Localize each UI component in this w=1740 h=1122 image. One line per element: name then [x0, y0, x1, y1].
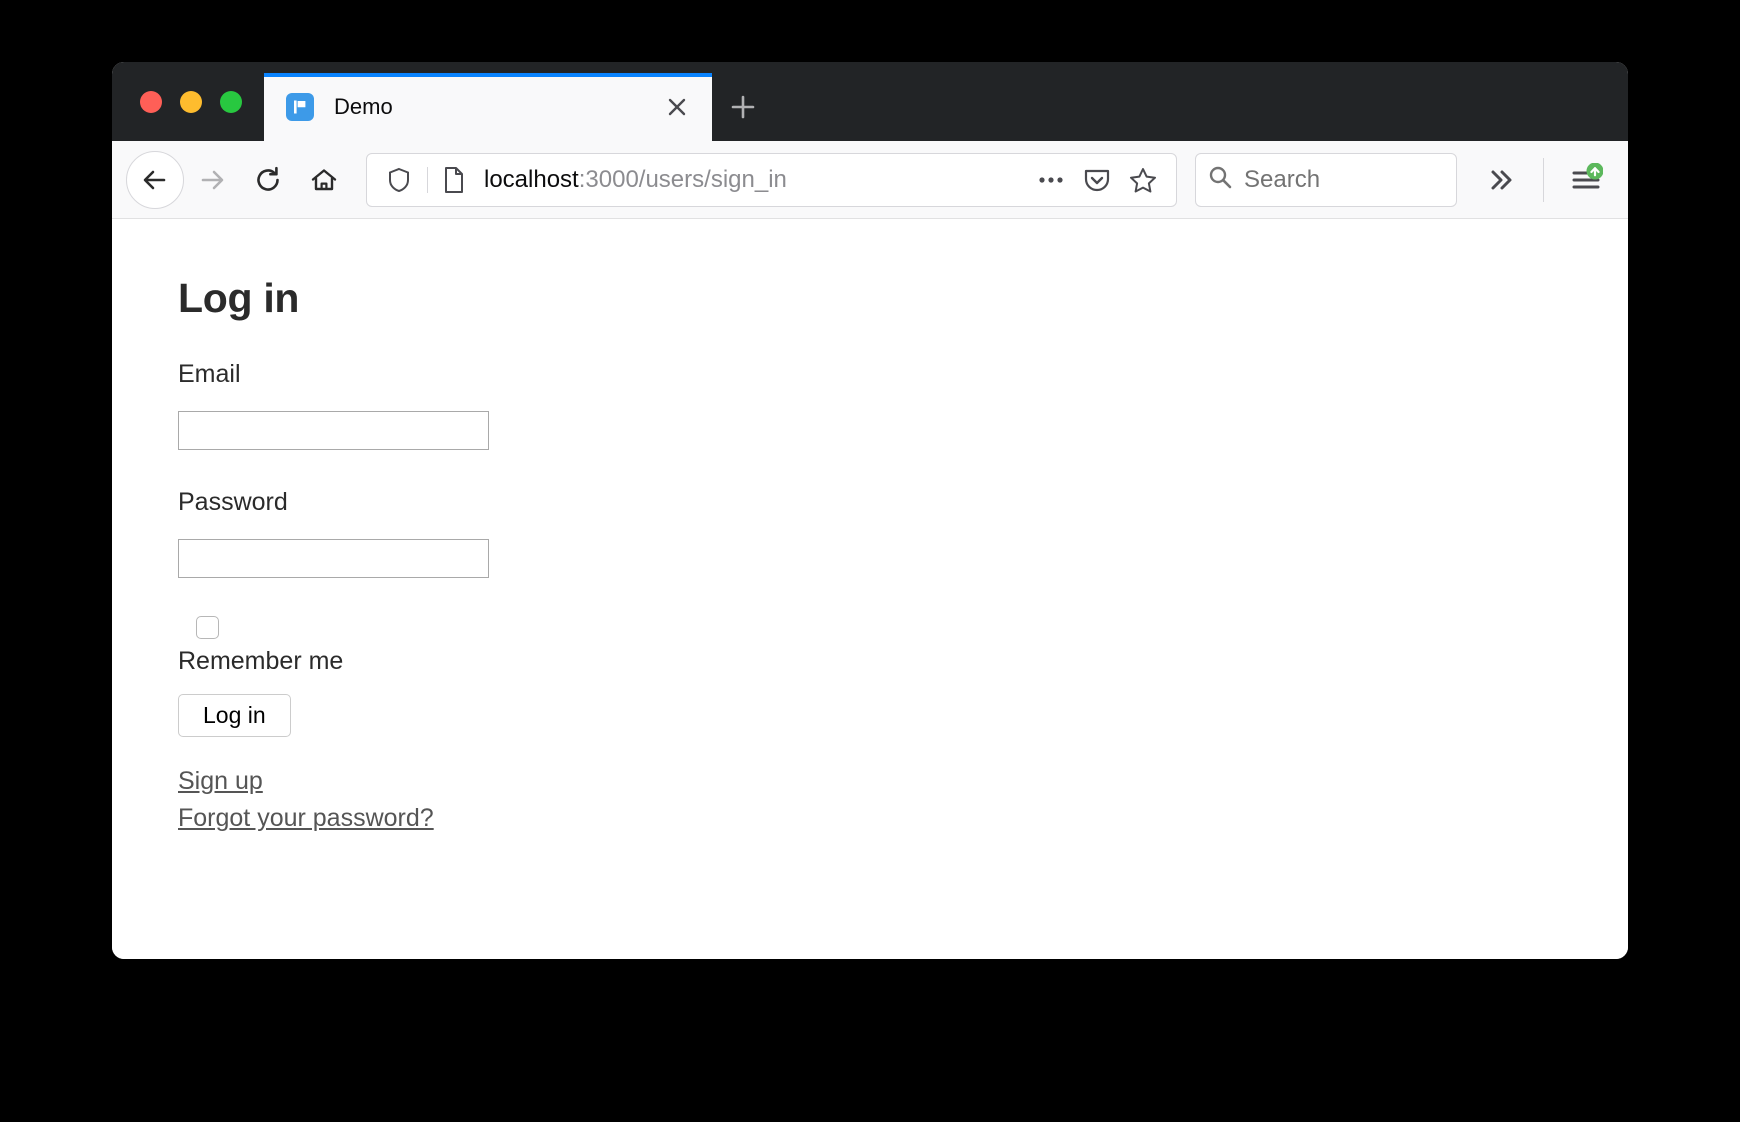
page-document-icon[interactable] [438, 166, 470, 194]
window-controls [112, 62, 264, 141]
close-tab-icon[interactable] [658, 88, 696, 126]
tab-list: Demo [264, 62, 712, 141]
browser-window: Demo localhost:3000/users/sign_in Search… [112, 62, 1628, 959]
tab-title: Demo [334, 94, 393, 119]
page-title: Log in [178, 275, 300, 321]
email-field[interactable] [178, 411, 489, 450]
flag-icon [286, 93, 314, 121]
password-field[interactable] [178, 539, 489, 578]
reload-icon[interactable] [240, 152, 296, 208]
login-page: Log in Email Password Remember me Log in… [112, 219, 1628, 833]
hamburger-menu-icon[interactable] [1558, 152, 1614, 208]
forward-arrow-icon [184, 152, 240, 208]
chevron-double-right-icon[interactable] [1473, 152, 1529, 208]
address-bar-divider [427, 166, 428, 193]
page-viewport: Log in Email Password Remember me Log in… [112, 219, 1628, 959]
toolbar-divider [1543, 157, 1544, 202]
email-label: Email [178, 360, 241, 388]
browser-tab-demo[interactable]: Demo [264, 73, 712, 141]
back-arrow-icon[interactable] [126, 150, 184, 209]
search-input[interactable]: Search [1244, 166, 1320, 194]
page-actions-icon[interactable] [1028, 157, 1074, 203]
home-icon[interactable] [296, 152, 352, 208]
navigation-toolbar: localhost:3000/users/sign_in Search [112, 141, 1628, 219]
shield-icon[interactable] [381, 167, 417, 193]
pocket-icon[interactable] [1074, 157, 1120, 203]
forgot-password-link[interactable]: Forgot your password? [178, 804, 1628, 833]
address-bar[interactable]: localhost:3000/users/sign_in [366, 152, 1177, 207]
url-host: localhost [484, 165, 579, 193]
url-path: :3000/users/sign_in [578, 165, 787, 193]
minimize-window-button[interactable] [180, 90, 202, 113]
log-in-button[interactable]: Log in [178, 694, 291, 737]
remember-me-label[interactable]: Remember me [178, 647, 1628, 676]
bookmark-star-icon[interactable] [1120, 157, 1166, 203]
remember-me-checkbox[interactable] [196, 616, 219, 639]
search-bar[interactable]: Search [1195, 152, 1457, 207]
new-tab-button[interactable] [712, 73, 774, 141]
maximize-window-button[interactable] [220, 90, 242, 113]
tab-strip: Demo [112, 62, 1628, 141]
password-label: Password [178, 488, 288, 516]
address-bar-url[interactable]: localhost:3000/users/sign_in [470, 166, 1028, 194]
sign-up-link[interactable]: Sign up [178, 767, 1628, 796]
close-window-button[interactable] [140, 90, 162, 113]
search-icon [1208, 165, 1232, 194]
